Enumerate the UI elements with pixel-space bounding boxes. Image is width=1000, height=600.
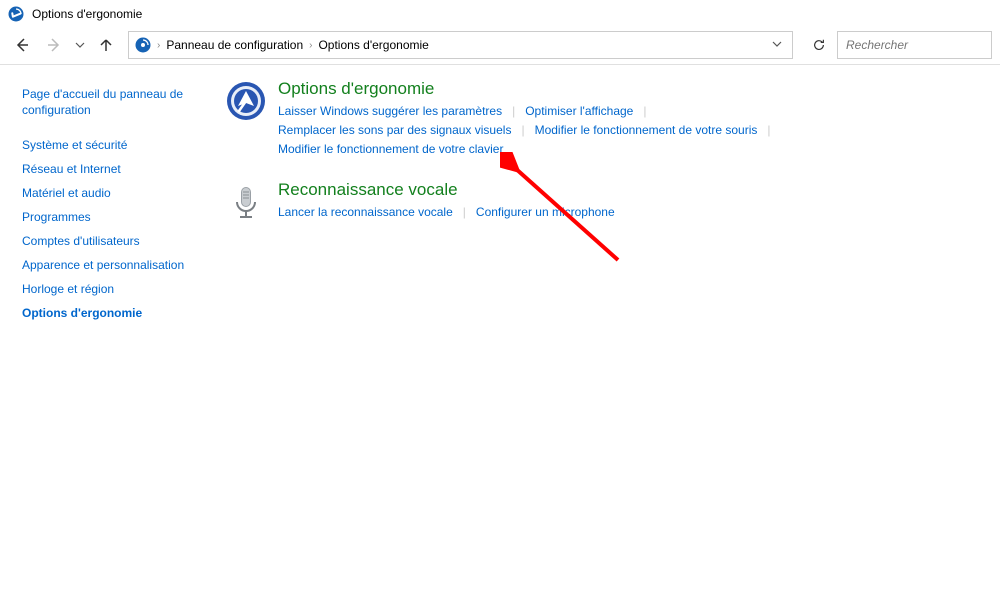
forward-button[interactable] [40, 31, 68, 59]
section-speech-recognition: Reconnaissance vocale Lancer la reconnai… [226, 180, 980, 222]
app-icon [8, 6, 24, 22]
section-ease-of-access: Options d'ergonomie Laisser Windows sugg… [226, 79, 980, 160]
link-separator: | [502, 102, 525, 121]
link-change-keyboard[interactable]: Modifier le fonctionnement de votre clav… [278, 140, 503, 159]
sidebar-home-link[interactable]: Page d'accueil du panneau de configurati… [22, 81, 202, 123]
recent-dropdown[interactable] [72, 31, 88, 59]
ease-access-icon [226, 79, 266, 119]
link-separator: | [511, 121, 534, 140]
refresh-button[interactable] [805, 31, 833, 59]
sidebar-item-network-internet[interactable]: Réseau et Internet [22, 157, 210, 181]
sidebar-item-hardware-sound[interactable]: Matériel et audio [22, 181, 210, 205]
content-pane: Options d'ergonomie Laisser Windows sugg… [218, 65, 1000, 599]
link-let-windows-suggest[interactable]: Laisser Windows suggérer les paramètres [278, 102, 502, 121]
back-button[interactable] [8, 31, 36, 59]
window-title: Options d'ergonomie [32, 7, 142, 21]
chevron-right-icon[interactable]: › [309, 40, 312, 51]
sidebar-item-programs[interactable]: Programmes [22, 205, 210, 229]
up-button[interactable] [92, 31, 120, 59]
link-separator: | [633, 102, 656, 121]
title-bar: Options d'ergonomie [0, 0, 1000, 28]
link-optimize-display[interactable]: Optimiser l'affichage [525, 102, 633, 121]
sidebar: Page d'accueil du panneau de configurati… [0, 65, 218, 599]
control-panel-icon [135, 37, 151, 53]
link-start-speech-recognition[interactable]: Lancer la reconnaissance vocale [278, 203, 453, 222]
sidebar-item-appearance[interactable]: Apparence et personnalisation [22, 253, 210, 277]
search-input[interactable] [837, 31, 992, 59]
microphone-icon [226, 180, 266, 220]
link-replace-sounds-visual[interactable]: Remplacer les sons par des signaux visue… [278, 121, 511, 140]
sidebar-item-ease-of-access[interactable]: Options d'ergonomie [22, 301, 210, 325]
link-separator: | [453, 203, 476, 222]
breadcrumb-item-ease-of-access[interactable]: Options d'ergonomie [318, 38, 428, 52]
nav-bar: › Panneau de configuration › Options d'e… [0, 28, 1000, 62]
breadcrumb[interactable]: › Panneau de configuration › Options d'e… [128, 31, 793, 59]
link-change-mouse[interactable]: Modifier le fonctionnement de votre sour… [535, 121, 758, 140]
sidebar-item-system-security[interactable]: Système et sécurité [22, 133, 210, 157]
sidebar-item-clock-region[interactable]: Horloge et région [22, 277, 210, 301]
sidebar-item-user-accounts[interactable]: Comptes d'utilisateurs [22, 229, 210, 253]
section-title-speech-recognition[interactable]: Reconnaissance vocale [278, 180, 980, 200]
chevron-right-icon[interactable]: › [157, 40, 160, 51]
breadcrumb-item-control-panel[interactable]: Panneau de configuration [166, 38, 303, 52]
link-separator: | [757, 121, 780, 140]
breadcrumb-dropdown[interactable] [772, 39, 786, 52]
section-title-ease-of-access[interactable]: Options d'ergonomie [278, 79, 980, 99]
link-setup-microphone[interactable]: Configurer un microphone [476, 203, 615, 222]
